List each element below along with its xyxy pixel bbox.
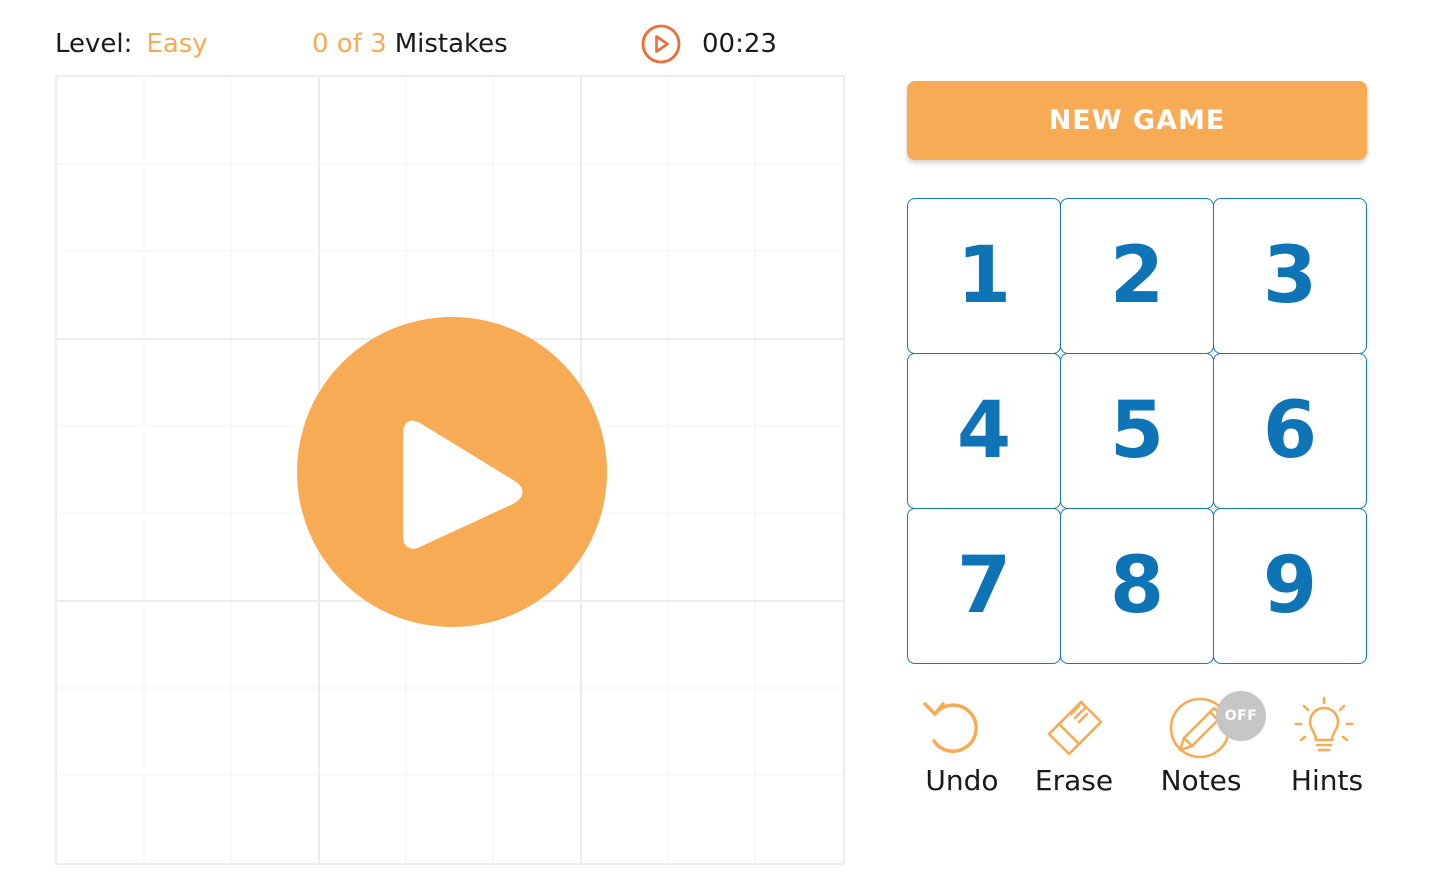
level-label: Level:	[55, 29, 133, 59]
hints-label: Hints	[1290, 764, 1364, 797]
undo-icon	[923, 702, 978, 753]
sudoku-board[interactable]	[55, 75, 845, 865]
timer-value: 00:23	[702, 29, 777, 59]
number-key-5[interactable]: 5	[1060, 353, 1214, 509]
lightbulb-icon	[1294, 696, 1354, 752]
mistakes-indicator: 0 of 3 Mistakes	[312, 24, 508, 64]
mistakes-label: Mistakes	[394, 29, 508, 59]
number-key-8[interactable]: 8	[1060, 508, 1214, 664]
resume-play-button[interactable]	[297, 317, 607, 627]
tool-bar: Undo Erase Notes OFF Hints	[907, 688, 1377, 808]
erase-button[interactable]: Erase	[1019, 688, 1129, 808]
hints-button[interactable]: Hints	[1272, 688, 1382, 808]
new-game-button[interactable]: NEW GAME	[907, 81, 1367, 160]
notes-off-badge: OFF	[1216, 691, 1266, 741]
number-key-9[interactable]: 9	[1213, 508, 1367, 664]
number-key-4[interactable]: 4	[907, 353, 1061, 509]
number-key-3[interactable]: 3	[1213, 198, 1367, 354]
number-key-2[interactable]: 2	[1060, 198, 1214, 354]
game-header: Level: Easy 0 of 3 Mistakes 00:23	[55, 24, 815, 64]
number-key-7[interactable]: 7	[907, 508, 1061, 664]
play-circle-icon[interactable]	[641, 24, 681, 64]
undo-label: Undo	[925, 764, 999, 797]
undo-button[interactable]: Undo	[907, 688, 1017, 808]
number-pad: 1 2 3 4 5 6 7 8 9	[907, 198, 1367, 665]
eraser-icon	[1047, 700, 1103, 756]
timer: 00:23	[641, 24, 777, 64]
erase-label: Erase	[1034, 764, 1114, 797]
number-key-6[interactable]: 6	[1213, 353, 1367, 509]
mistakes-count: 0 of 3	[312, 29, 387, 59]
play-icon	[403, 420, 523, 549]
level-value: Easy	[146, 29, 208, 59]
number-key-1[interactable]: 1	[907, 198, 1061, 354]
level-indicator: Level: Easy	[55, 24, 208, 64]
notes-label: Notes	[1160, 764, 1242, 797]
